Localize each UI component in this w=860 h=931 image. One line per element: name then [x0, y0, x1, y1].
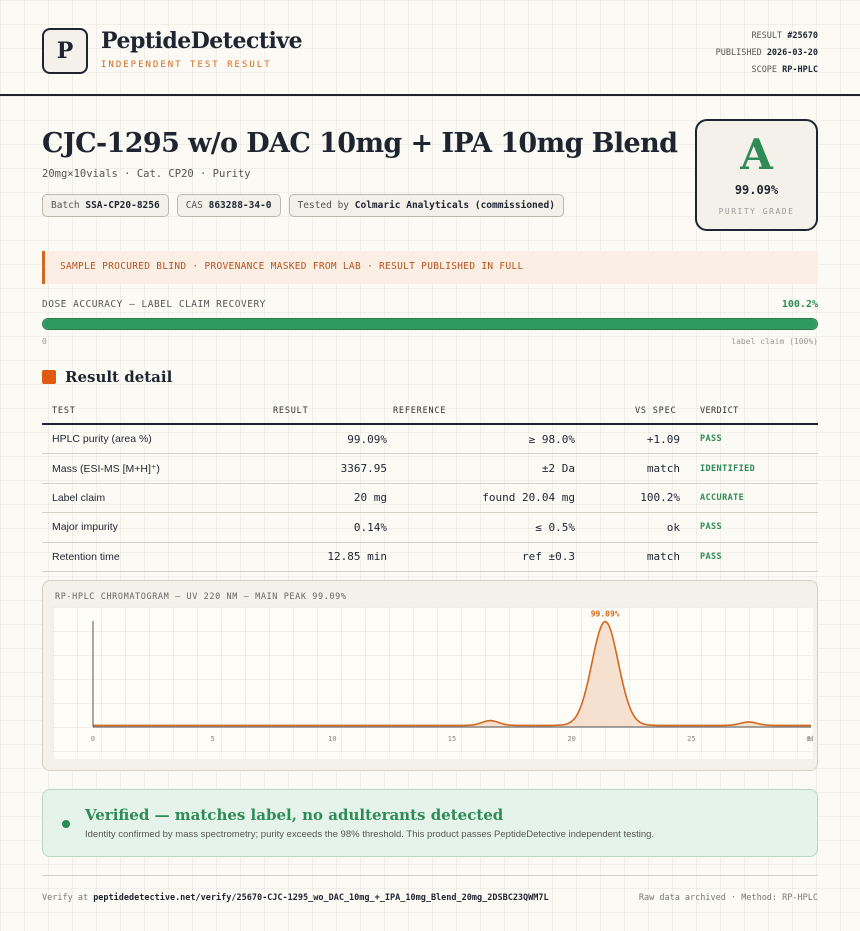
verified-banner: Verified — matches label, no adulterants…: [42, 789, 818, 857]
cell-result: 3367.95: [340, 462, 387, 476]
cell-test: Label claim: [52, 491, 106, 504]
x-tick-label: 15: [448, 735, 456, 743]
dose-progress-fill: [43, 319, 817, 329]
chromatogram-plot: 051015202530min99.09%: [53, 607, 813, 759]
cell-vs-spec: +1.09: [646, 432, 680, 446]
cas-chip: CAS 863288-34-0: [176, 194, 281, 217]
table-row: HPLC purity (area %) 99.09% ≥ 98.0% +1.0…: [42, 425, 818, 455]
col-reference: REFERENCE: [393, 405, 447, 416]
result-id: RESULT #25670: [751, 31, 818, 41]
grade-value: 99.09%: [734, 183, 779, 197]
cell-verdict: PASS: [700, 551, 723, 562]
tested-by-chip: Tested by Colmaric Analyticals (commissi…: [288, 194, 564, 217]
cell-verdict: PASS: [700, 434, 723, 445]
report-meta: RESULT #25670 PUBLISHED 2026-03-20 SCOPE…: [716, 28, 818, 79]
chromatogram-svg: 051015202530min99.09%: [91, 610, 813, 743]
table-row: Retention time 12.85 min ref ±0.3 match …: [42, 543, 818, 572]
col-test: TEST: [52, 405, 76, 416]
dose-accuracy-label: DOSE ACCURACY — LABEL CLAIM RECOVERY: [42, 299, 266, 310]
cell-result: 12.85 min: [327, 550, 387, 564]
dose-accuracy-value: 100.2%: [781, 299, 818, 310]
batch-chip: Batch SSA-CP20-8256: [42, 194, 169, 217]
cell-reference: ref ±0.3: [522, 550, 575, 564]
verified-subtitle: Identity confirmed by mass spectrometry;…: [85, 829, 655, 840]
brand-tagline: INDEPENDENT TEST RESULT: [101, 60, 272, 70]
blind-sample-notice: SAMPLE PROCURED BLIND · PROVENANCE MASKE…: [42, 251, 818, 284]
product-title: CJC-1295 w/o DAC 10mg + IPA 10mg Blend: [42, 128, 678, 159]
purity-grade-card: A 99.09% PURITY GRADE: [695, 119, 818, 231]
cell-test: Major impurity: [52, 521, 118, 534]
x-tick-label: 0: [91, 735, 95, 743]
cell-verdict: PASS: [700, 522, 723, 533]
cell-reference: ≥ 98.0%: [528, 432, 575, 446]
cell-vs-spec: match: [646, 462, 680, 476]
footer-divider: [42, 875, 818, 876]
verified-title: Verified — matches label, no adulterants…: [85, 806, 504, 824]
main-peak-label: 99.09%: [591, 610, 620, 619]
product-subtitle: 20mg×10vials · Cat. CP20 · Purity: [42, 168, 251, 180]
dose-progress-bar: [42, 318, 818, 330]
published-date: PUBLISHED 2026-03-20: [715, 48, 818, 58]
grade-letter: A: [740, 130, 773, 179]
cell-test: Mass (ESI-MS [M+H]⁺): [52, 462, 160, 475]
cell-test: Retention time: [52, 550, 120, 563]
verify-link[interactable]: Verify at peptidedetective.net/verify/25…: [42, 893, 549, 903]
table-row: Label claim 20 mg found 20.04 mg 100.2% …: [42, 484, 818, 514]
cell-test: HPLC purity (area %): [52, 433, 152, 446]
product-chips: Batch SSA-CP20-8256 CAS 863288-34-0 Test…: [42, 194, 564, 217]
section-marker-icon: [42, 370, 56, 384]
chromatogram-area: [93, 621, 811, 727]
table-header: TEST RESULT REFERENCE VS SPEC VERDICT: [42, 398, 818, 425]
cell-vs-spec: 100.2%: [640, 491, 680, 505]
chromatogram-trace: [93, 620, 811, 727]
x-tick-label: 10: [328, 735, 336, 743]
cell-result: 0.14%: [353, 520, 387, 534]
cell-verdict: ACCURATE: [700, 492, 745, 503]
x-tick-label: 20: [567, 735, 575, 743]
dose-bar-max: label claim (100%): [731, 337, 818, 346]
chromatogram-title: RP-HPLC CHROMATOGRAM — UV 220 NM — MAIN …: [55, 592, 347, 602]
table-row: Mass (ESI-MS [M+H]⁺) 3367.95 ±2 Da match…: [42, 454, 818, 484]
brand-logo: P: [42, 28, 88, 74]
cell-vs-spec: ok: [666, 520, 680, 534]
col-verdict: VERDICT: [700, 405, 739, 416]
cell-result: 20 mg: [353, 491, 387, 505]
dose-bar-min: 0: [42, 337, 47, 346]
table-row: Major impurity 0.14% ≤ 0.5% ok PASS: [42, 513, 818, 543]
cell-reference: ≤ 0.5%: [535, 520, 575, 534]
chromatogram-panel: RP-HPLC CHROMATOGRAM — UV 220 NM — MAIN …: [42, 580, 818, 771]
footer-method: Raw data archived · Method: RP-HPLC: [638, 893, 818, 903]
cell-reference: ±2 Da: [541, 462, 575, 476]
grade-label: PURITY GRADE: [718, 207, 795, 216]
brand-name: PeptideDetective: [101, 28, 303, 54]
x-tick-label: 25: [687, 735, 695, 743]
verified-dot-icon: [62, 820, 70, 828]
col-vs-spec: VS SPEC: [635, 405, 677, 416]
report-header: P PeptideDetective INDEPENDENT TEST RESU…: [0, 0, 860, 96]
scope: SCOPE RP-HPLC: [751, 65, 818, 75]
cell-reference: found 20.04 mg: [482, 491, 575, 505]
cell-result: 99.09%: [347, 432, 387, 446]
cell-verdict: IDENTIFIED: [700, 463, 756, 474]
col-result: RESULT: [273, 405, 309, 416]
x-unit-label: min: [807, 735, 813, 743]
section-title: Result detail: [65, 368, 173, 386]
cell-vs-spec: match: [646, 550, 680, 564]
x-tick-label: 5: [211, 735, 215, 743]
result-table: TEST RESULT REFERENCE VS SPEC VERDICT HP…: [42, 398, 818, 572]
